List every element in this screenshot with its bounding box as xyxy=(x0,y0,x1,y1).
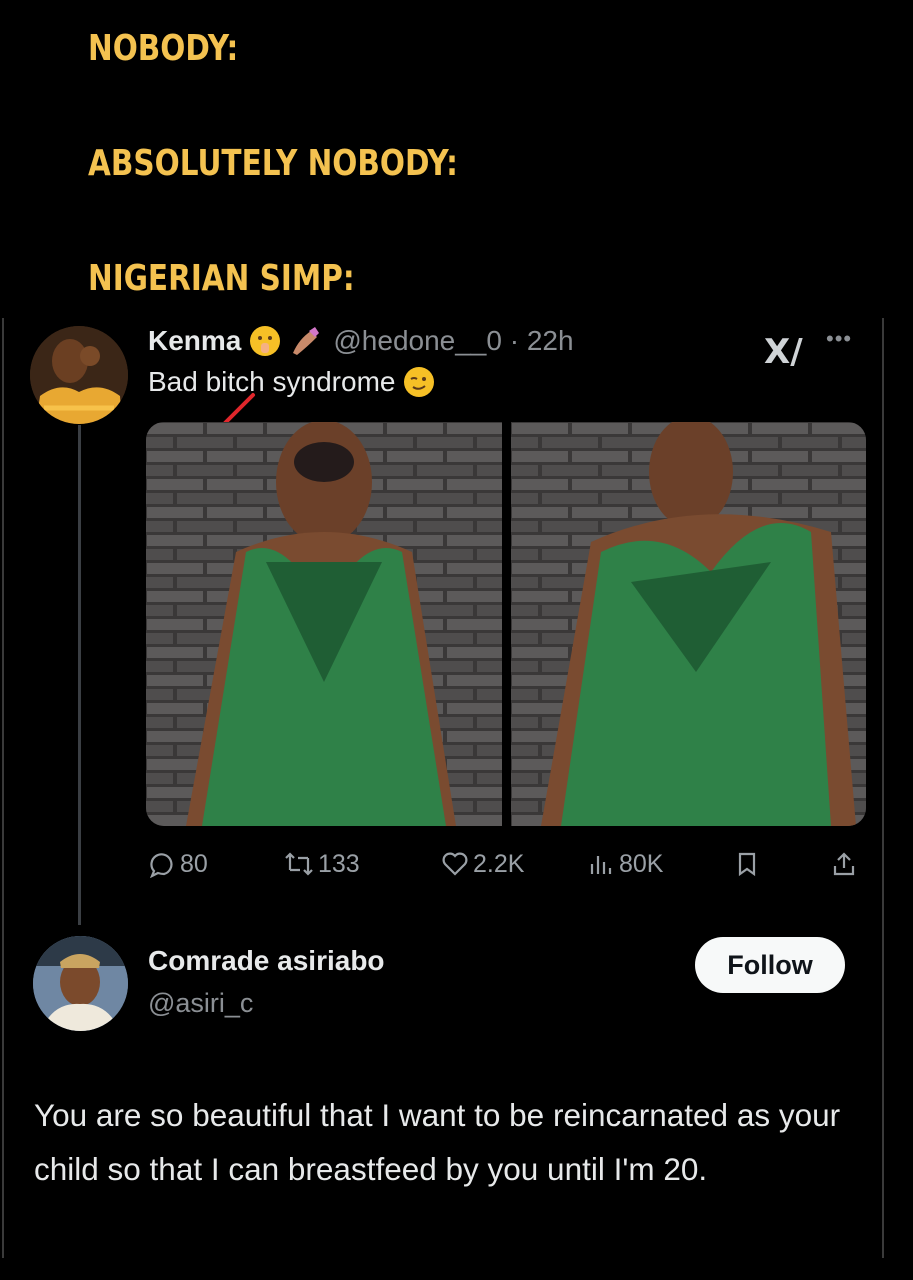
follow-button[interactable]: Follow xyxy=(695,937,845,993)
red-pen-mark-icon xyxy=(223,393,255,425)
nail-polish-emoji-icon xyxy=(289,325,321,357)
more-icon[interactable]: ••• xyxy=(826,326,852,352)
screenshot-frame-left xyxy=(2,318,4,1258)
author-handle-and-time: @hedone__0 · 22h xyxy=(333,325,574,356)
like-count: 2.2K xyxy=(473,849,525,878)
share-button[interactable] xyxy=(830,846,862,882)
reply-author-avatar[interactable] xyxy=(33,936,128,1031)
bookmark-icon xyxy=(738,852,756,877)
tweet-text-row: Bad bitch syndrome xyxy=(148,366,435,398)
tweet-header: Kenma @hedone__0 · 22h xyxy=(148,321,574,361)
reply-text: You are so beautiful that I want to be r… xyxy=(34,1097,841,1187)
retweet-icon xyxy=(285,852,313,876)
tweet-photo-2[interactable] xyxy=(511,422,866,826)
heart-icon xyxy=(442,852,468,876)
tweet-text: Bad bitch syndrome xyxy=(148,366,396,397)
author-name[interactable]: Kenma xyxy=(148,325,241,357)
views-count: 80K xyxy=(619,849,664,878)
author-avatar[interactable] xyxy=(30,326,128,424)
grok-icon[interactable]: X/ xyxy=(764,332,803,372)
meme-line-absolutely-nobody: ABSOLUTELY NOBODY: xyxy=(88,143,458,184)
shushing-face-emoji-icon xyxy=(249,325,281,357)
screenshot-frame-right xyxy=(882,318,884,1258)
bookmark-button[interactable] xyxy=(733,846,765,882)
reply-button[interactable]: 80 xyxy=(148,846,208,882)
meme-line-nobody: NOBODY: xyxy=(88,28,239,69)
meme-line-nigerian-simp: NIGERIAN SIMP: xyxy=(88,258,355,299)
winking-face-emoji-icon xyxy=(403,366,435,398)
reply-count: 80 xyxy=(180,849,208,878)
retweet-button[interactable]: 133 xyxy=(284,846,360,882)
tweet-photo-1[interactable] xyxy=(146,422,502,826)
reply-icon xyxy=(150,853,173,878)
thread-connector-line xyxy=(78,425,81,925)
views-button[interactable]: 80K xyxy=(587,846,663,882)
like-button[interactable]: 2.2K xyxy=(441,846,524,882)
retweet-count: 133 xyxy=(318,849,360,878)
views-icon xyxy=(590,856,612,874)
reply-author-handle[interactable]: @asiri_c xyxy=(148,988,253,1019)
share-icon xyxy=(833,852,855,876)
reply-author-name[interactable]: Comrade asiriabo xyxy=(148,945,385,977)
